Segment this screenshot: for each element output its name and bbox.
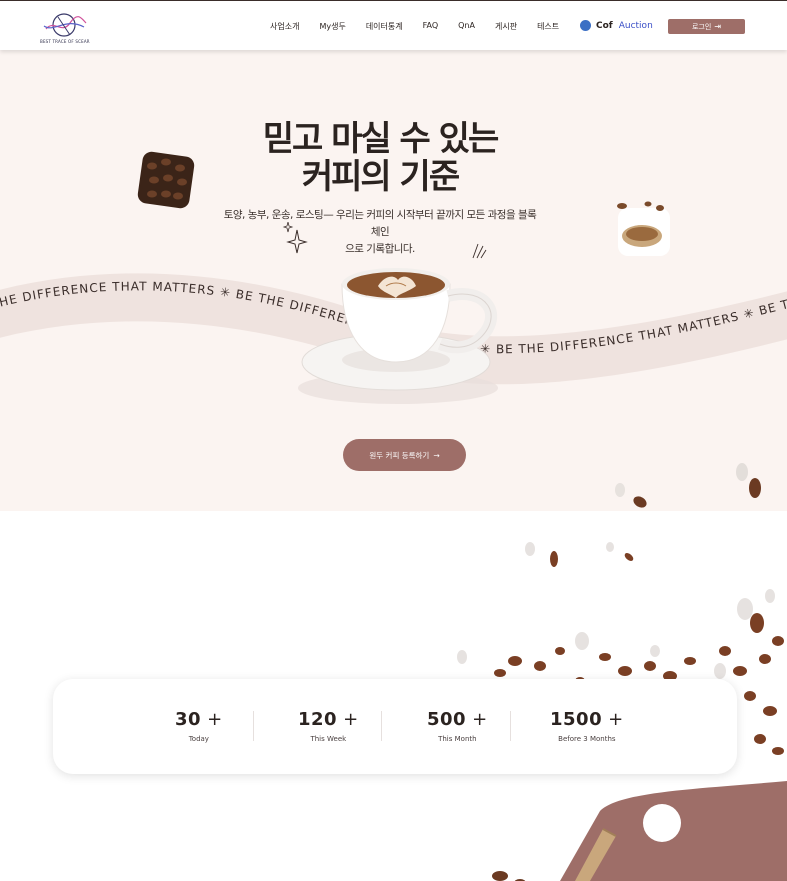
stat-month-value: 500 + [427, 709, 488, 730]
stat-divider [510, 711, 511, 741]
nav-item-qna[interactable]: QnA [458, 21, 475, 32]
login-label: 로그인 [691, 22, 712, 31]
stats-card: 30 + Today 120 + This Week 500 + This Month… [53, 679, 737, 774]
stat-divider [253, 711, 254, 741]
plus-icon: + [608, 709, 624, 730]
top-header: BEST TRACE OF SCEAR 사업소개 My생두 데이터통계 FAQ … [0, 0, 787, 50]
stat-3months-value: 1500 + [550, 709, 624, 730]
brand-auction-text: Auction [618, 20, 653, 31]
hero-title-line1: 믿고 마실 수 있는 [262, 119, 499, 159]
stat-three-months: 1500 + Before 3 Months [550, 709, 624, 743]
falling-beans-hero [615, 463, 761, 508]
hero-subtitle-line1: 토양, 농부, 운송, 로스팅— 우리는 커피의 시작부터 끝까지 모든 과정을… [223, 209, 537, 238]
nav-item-about[interactable]: 사업소개 [270, 21, 299, 32]
arrow-right-icon: → [433, 450, 440, 460]
nav-item-faq[interactable]: FAQ [423, 21, 439, 32]
nav-item-my-beans[interactable]: My생두 [319, 21, 345, 32]
nav-item-board[interactable]: 게시판 [495, 21, 517, 32]
stat-today-value: 30 + [175, 709, 223, 730]
stat-month-label: This Month [438, 735, 477, 743]
stat-divider [381, 711, 382, 741]
cof-auction-brand[interactable]: Cof Auction [580, 20, 653, 31]
plus-icon: + [343, 709, 359, 730]
stat-3months-label: Before 3 Months [558, 735, 616, 743]
brand-globe-icon [580, 20, 591, 31]
register-coffee-button[interactable]: 원두 커피 등록하기 → [343, 439, 466, 471]
stat-week-value: 120 + [298, 709, 359, 730]
stat-week-label: This Week [310, 735, 347, 743]
logo-text: BEST TRACE OF SCEAR [40, 39, 90, 44]
hero-title: 믿고 마실 수 있는 커피의 기준 [0, 120, 760, 196]
login-button[interactable]: 로그인 ⇥ [668, 19, 745, 34]
register-coffee-label: 원두 커피 등록하기 [369, 450, 430, 460]
hero-section: BE THE DIFFERENCE THAT MATTERS ✳ BE THE … [0, 50, 787, 511]
hero-title-line2: 커피의 기준 [301, 157, 460, 197]
stat-today-label: Today [188, 735, 209, 743]
nav-item-statistics[interactable]: 데이터통계 [366, 21, 403, 32]
main-nav: 사업소개 My생두 데이터통계 FAQ QnA 게시판 테스트 [270, 21, 579, 32]
plus-icon: + [207, 709, 223, 730]
stat-today: 30 + Today [175, 709, 223, 743]
coffee-bean-spoon-icon [617, 201, 670, 256]
brand-cof-text: Cof [596, 20, 613, 31]
stat-this-week: 120 + This Week [298, 709, 359, 743]
login-arrow-icon: ⇥ [714, 22, 722, 31]
nav-item-test[interactable]: 테스트 [537, 21, 559, 32]
coffee-bean-cube-icon [137, 151, 195, 209]
stat-this-month: 500 + This Month [427, 709, 488, 743]
coffee-cup-image [298, 268, 498, 404]
plus-icon: + [472, 709, 488, 730]
